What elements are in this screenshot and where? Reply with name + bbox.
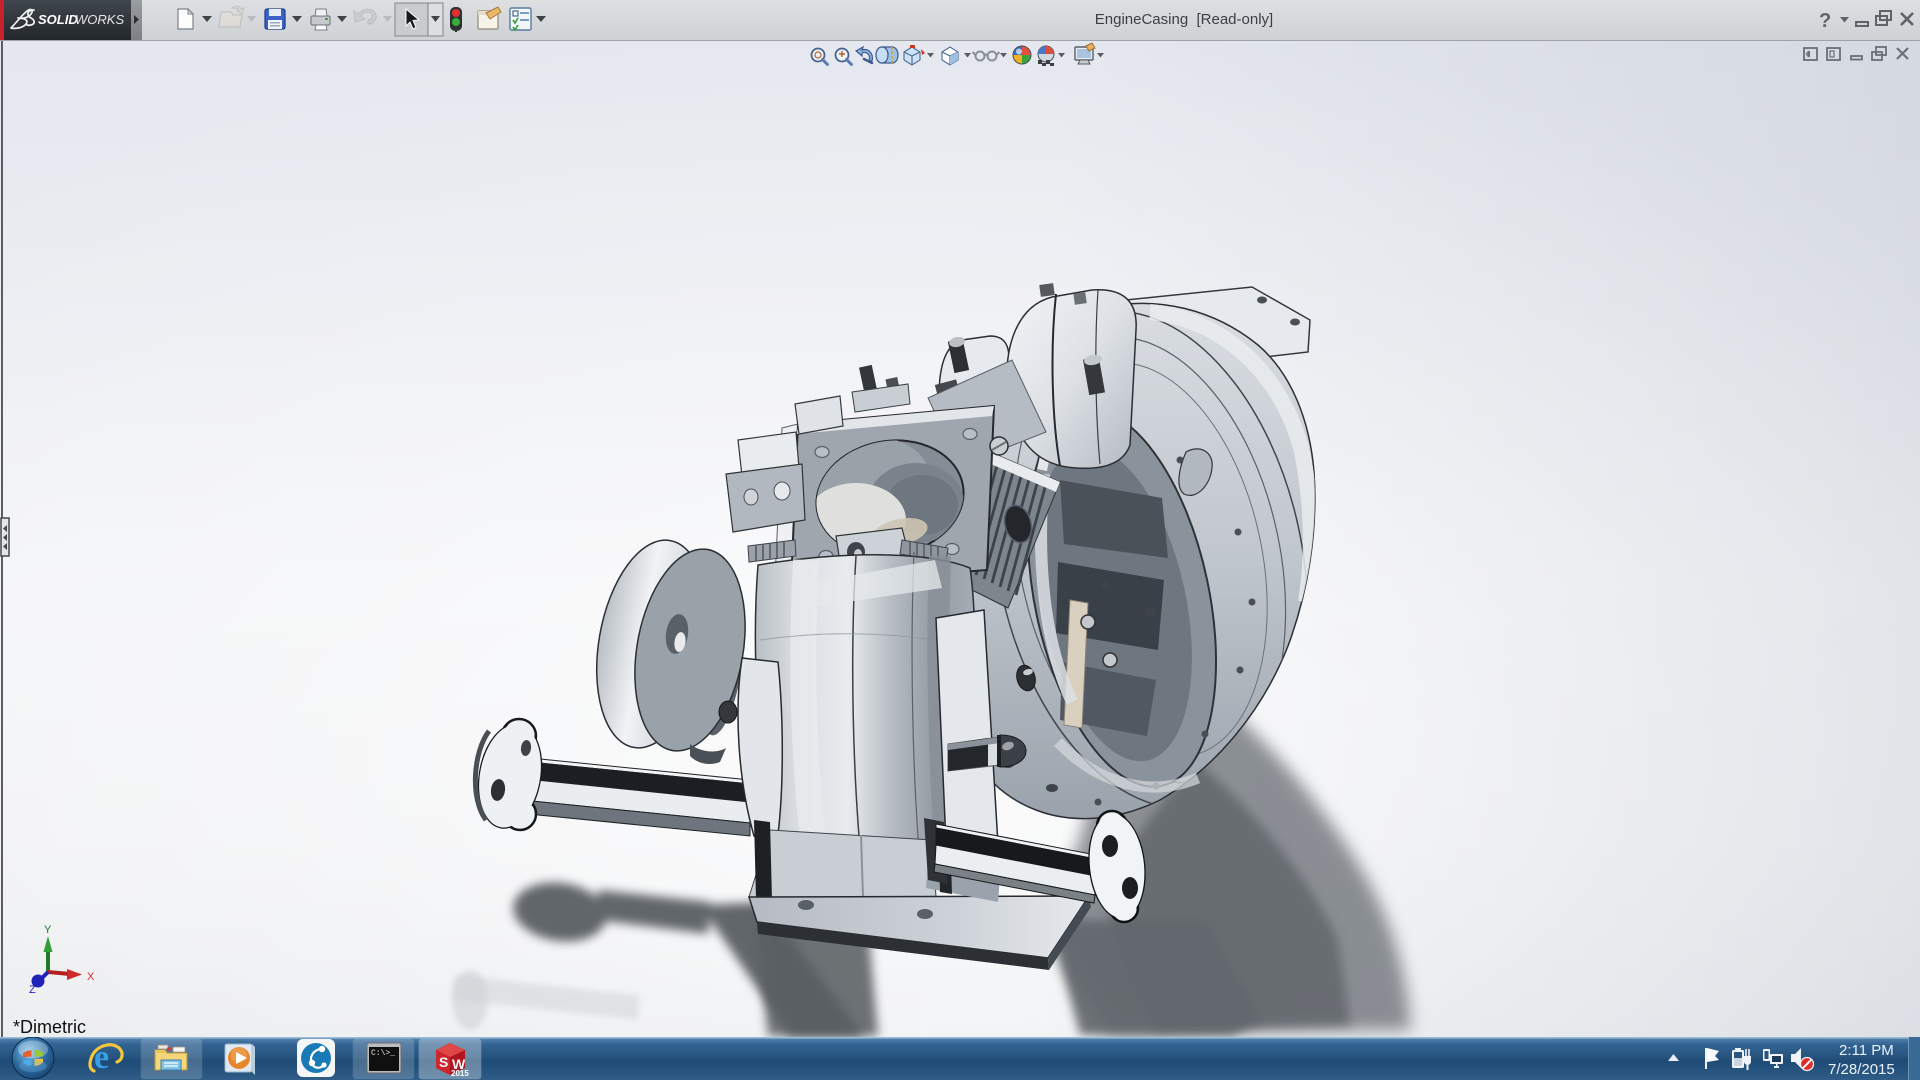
svg-text:C:\>_: C:\>_ xyxy=(371,1049,395,1058)
svg-text:*Dimetric: *Dimetric xyxy=(13,1017,86,1037)
svg-text:?: ? xyxy=(1819,10,1831,32)
svg-text:7/28/2015: 7/28/2015 xyxy=(1828,1061,1895,1078)
svg-text:2015: 2015 xyxy=(451,1069,469,1078)
svg-text:Z: Z xyxy=(29,984,36,996)
svg-text:2:11 PM: 2:11 PM xyxy=(1839,1042,1894,1059)
svg-text:WORKS: WORKS xyxy=(75,12,124,27)
svg-text:X: X xyxy=(87,971,95,983)
svg-text:SOLID: SOLID xyxy=(38,12,78,27)
svg-text:S: S xyxy=(439,1054,448,1070)
svg-text:Y: Y xyxy=(44,924,52,936)
